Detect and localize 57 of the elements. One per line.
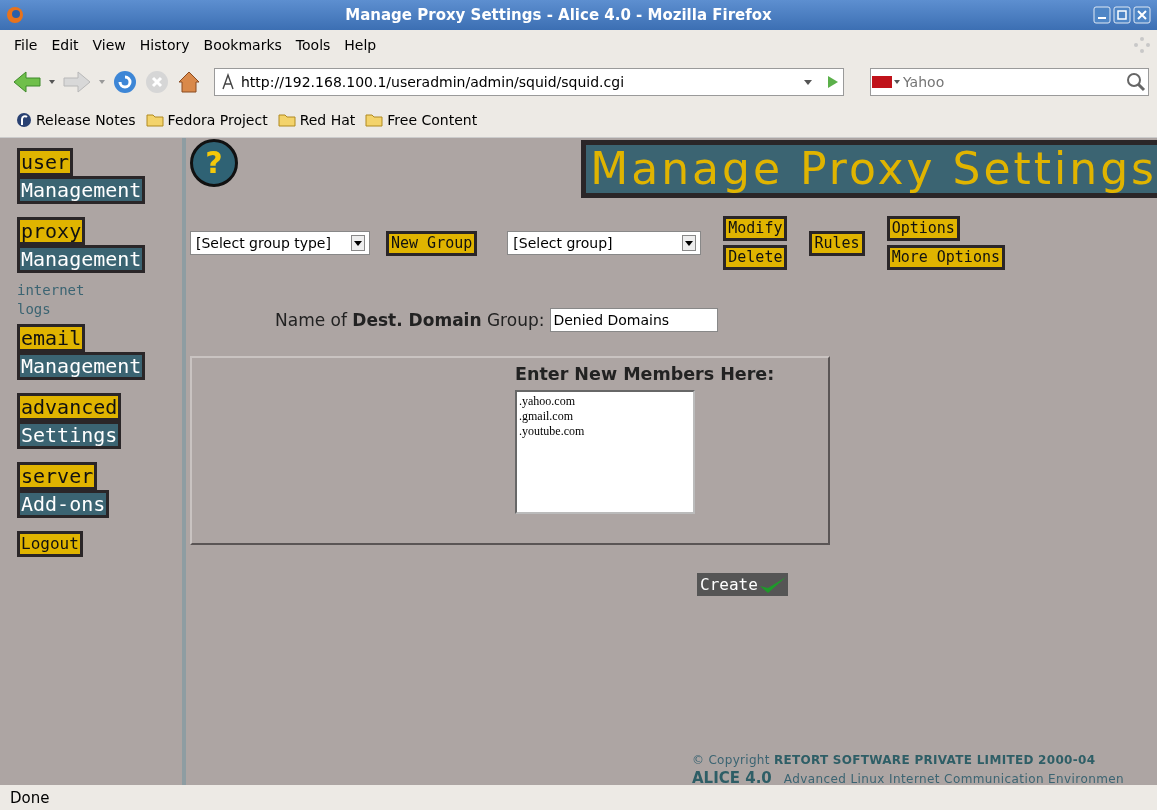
dropdown-icon[interactable] bbox=[48, 77, 56, 86]
page-icon[interactable] bbox=[221, 72, 235, 91]
new-group-button[interactable]: New Group bbox=[386, 230, 478, 256]
group-name-label: Name of Dest. Domain Group: bbox=[275, 310, 545, 330]
menu-item[interactable]: Tools bbox=[295, 37, 331, 53]
nav-link[interactable]: Management bbox=[17, 176, 146, 204]
nav-link[interactable]: Settings bbox=[17, 421, 122, 449]
close-icon[interactable] bbox=[1133, 6, 1151, 24]
product-logo: ALICE 4.0 bbox=[692, 769, 772, 787]
nav-link[interactable]: email bbox=[17, 324, 86, 352]
copyright-text: © Copyright RETORT SOFTWARE PRIVATE LIMITED 2000-04 bbox=[692, 753, 1097, 767]
bookmark-item[interactable]: Fedora Project bbox=[145, 112, 268, 128]
minimize-icon[interactable] bbox=[1093, 6, 1111, 24]
page-title: Manage Proxy Settings bbox=[581, 140, 1157, 198]
action-button[interactable]: Modify bbox=[723, 216, 788, 241]
folder-icon[interactable] bbox=[365, 113, 384, 127]
back-icon[interactable] bbox=[12, 69, 42, 94]
action-button[interactable]: Rules bbox=[809, 230, 865, 256]
create-button[interactable]: Create bbox=[697, 573, 788, 596]
nav-link[interactable]: user bbox=[17, 148, 74, 176]
dropdown[interactable]: [Select group] bbox=[507, 231, 702, 255]
bookmark-item[interactable]: Release Notes bbox=[16, 112, 136, 128]
url-text: http://192.168.100.1/useradmin/admin/squid/squid.cgi bbox=[241, 73, 625, 90]
menu-item[interactable]: Edit bbox=[51, 37, 79, 53]
nav-link[interactable]: proxy bbox=[17, 217, 86, 245]
address-field[interactable]: http://192.168.100.1/useradmin/admin/squid/squid.cgi bbox=[214, 67, 844, 96]
fedora-icon[interactable] bbox=[16, 112, 32, 128]
window-title: Manage Proxy Settings - Alice 4.0 - Mozilla Firefox bbox=[344, 6, 773, 24]
group-name-field[interactable]: Denied Domains bbox=[550, 308, 719, 332]
bookmark-item[interactable]: Free Content bbox=[365, 112, 478, 128]
logout-button[interactable]: Logout bbox=[17, 531, 83, 557]
folder-icon[interactable] bbox=[277, 113, 296, 127]
nav-link[interactable]: advanced bbox=[17, 393, 122, 421]
menu-item[interactable]: History bbox=[139, 37, 190, 53]
maximize-icon[interactable] bbox=[1113, 6, 1131, 24]
bookmark-item[interactable]: Red Hat bbox=[277, 112, 356, 128]
nav-link[interactable]: Management bbox=[17, 352, 146, 380]
help-button[interactable]: ? bbox=[190, 139, 238, 187]
menu-item[interactable]: File bbox=[14, 37, 38, 53]
menu-item[interactable]: Bookmarks bbox=[203, 37, 282, 53]
folder-icon[interactable] bbox=[145, 113, 164, 127]
nav-link[interactable]: Add-ons bbox=[17, 490, 110, 518]
search-field[interactable]: Yahoo bbox=[870, 67, 1149, 96]
action-button[interactable]: Options bbox=[886, 216, 960, 241]
action-button[interactable]: More Options bbox=[886, 245, 1005, 270]
menu-item[interactable]: View bbox=[92, 37, 126, 53]
menu-item[interactable]: Help bbox=[344, 37, 377, 53]
members-field[interactable]: .yahoo.com .gmail.com .youtube.com bbox=[515, 390, 695, 514]
action-button[interactable]: Delete bbox=[723, 245, 788, 270]
browser-logo-icon[interactable] bbox=[6, 6, 24, 24]
dropdown[interactable]: [Select group type] bbox=[190, 231, 370, 255]
nav-link[interactable]: server bbox=[17, 462, 98, 490]
nav-link[interactable]: Management bbox=[17, 245, 146, 273]
reload-icon[interactable] bbox=[112, 68, 138, 95]
members-heading: Enter New Members Here: bbox=[515, 364, 775, 384]
product-tagline: Advanced Linux Internet Communication Environmen bbox=[783, 772, 1125, 786]
status-text: Done bbox=[10, 788, 50, 807]
